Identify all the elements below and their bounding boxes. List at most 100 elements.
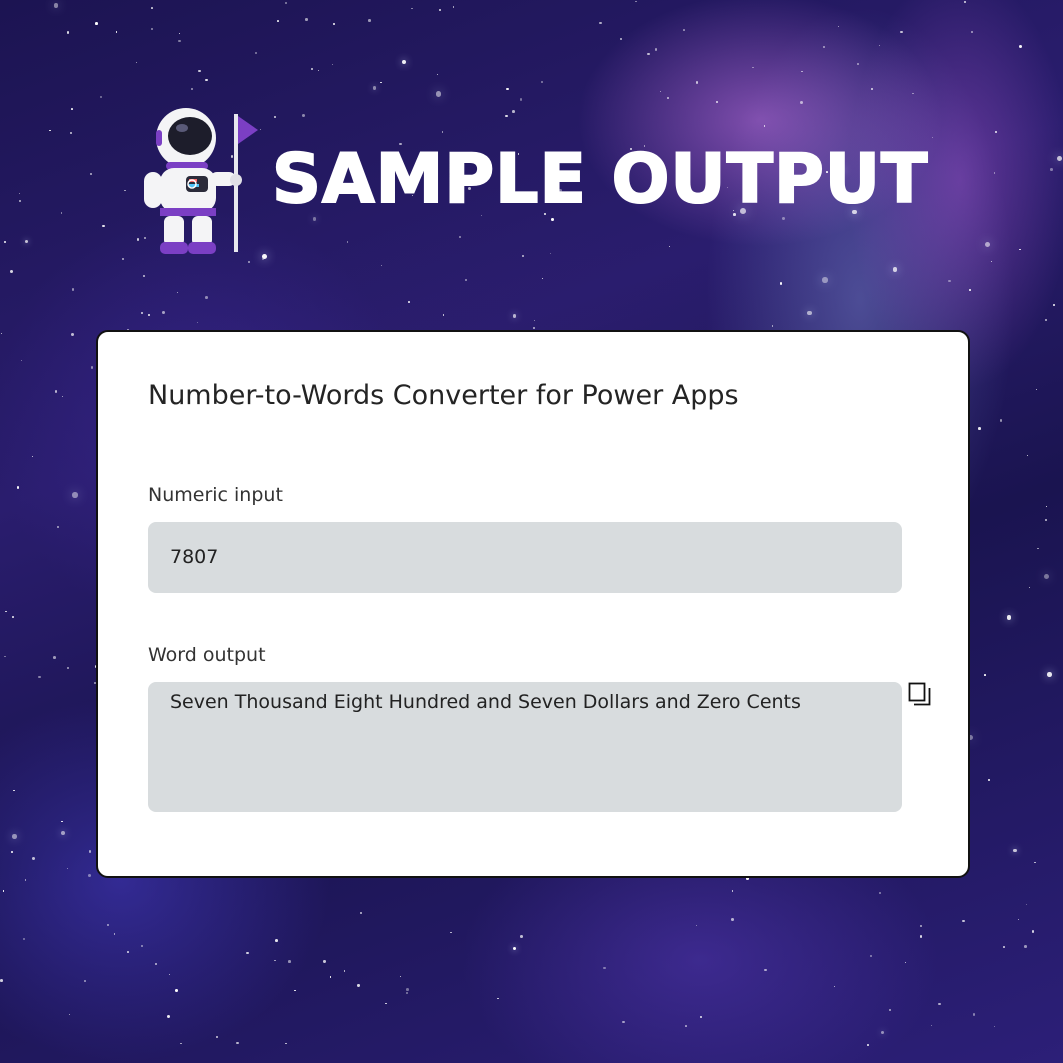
star: [94, 21, 98, 25]
star: [236, 1041, 239, 1045]
star: [1052, 303, 1055, 306]
star: [1031, 930, 1035, 933]
star: [878, 45, 881, 47]
copy-icon[interactable]: [908, 682, 932, 708]
star: [197, 321, 199, 323]
star: [406, 988, 410, 992]
star: [919, 935, 923, 938]
star: [520, 935, 523, 938]
star: [31, 456, 33, 458]
star: [305, 18, 308, 21]
star: [154, 962, 158, 965]
star: [904, 961, 906, 963]
star: [18, 200, 21, 202]
star: [660, 91, 662, 93]
star: [999, 419, 1003, 422]
star: [512, 314, 517, 318]
star: [3, 890, 5, 892]
star: [331, 63, 334, 66]
star: [141, 312, 144, 315]
star: [822, 45, 826, 49]
star: [1019, 44, 1022, 48]
star: [1037, 548, 1039, 550]
star: [685, 1025, 688, 1028]
star: [0, 979, 4, 983]
star: [88, 849, 92, 853]
star: [533, 327, 536, 330]
star: [647, 53, 650, 56]
numeric-input-label: Numeric input: [148, 484, 283, 506]
star: [506, 87, 510, 91]
star: [603, 966, 606, 970]
star: [410, 7, 413, 10]
star: [1035, 388, 1038, 390]
star: [274, 959, 276, 962]
star: [892, 266, 898, 272]
star: [246, 951, 249, 955]
star: [368, 19, 371, 22]
star: [167, 1014, 171, 1018]
star: [115, 31, 118, 34]
star: [61, 821, 63, 823]
star: [162, 311, 166, 315]
star: [438, 8, 441, 11]
star: [148, 314, 150, 316]
card-title: Number-to-Words Converter for Power Apps: [148, 380, 739, 411]
star: [1034, 861, 1036, 864]
star: [124, 189, 126, 191]
star: [1057, 156, 1063, 162]
star: [284, 1, 288, 5]
star: [190, 88, 193, 91]
star: [771, 324, 774, 327]
star: [667, 96, 669, 99]
star: [24, 879, 27, 882]
star: [1047, 671, 1052, 677]
star: [919, 924, 923, 928]
star: [20, 359, 23, 362]
star: [866, 1044, 869, 1046]
star: [333, 22, 336, 25]
star: [881, 1031, 885, 1035]
word-output-field[interactable]: Seven Thousand Eight Hundred and Seven D…: [148, 682, 902, 812]
star: [32, 857, 36, 861]
star: [90, 366, 93, 369]
astronaut-with-flag-icon: [144, 108, 258, 254]
star: [695, 81, 699, 84]
star: [127, 951, 130, 953]
star: [857, 62, 860, 65]
star: [66, 867, 69, 869]
star: [60, 212, 62, 214]
star: [113, 933, 116, 935]
star: [70, 332, 74, 336]
star: [731, 890, 734, 892]
star: [730, 917, 734, 921]
star: [464, 279, 467, 282]
star: [343, 969, 346, 972]
star: [274, 939, 278, 943]
star: [889, 1009, 892, 1012]
star: [837, 25, 839, 27]
star: [968, 289, 971, 292]
star: [57, 526, 60, 528]
star: [12, 834, 17, 839]
star: [1018, 919, 1020, 921]
star: [11, 851, 13, 853]
star: [1007, 615, 1012, 620]
star: [373, 86, 377, 90]
star: [970, 30, 973, 33]
star: [541, 80, 544, 83]
star: [135, 61, 138, 64]
star: [930, 1024, 932, 1026]
star: [752, 66, 754, 69]
star: [695, 924, 698, 927]
star: [870, 87, 874, 91]
numeric-input-field[interactable]: 7807: [148, 522, 902, 593]
star: [248, 260, 251, 263]
star: [38, 676, 41, 679]
star: [993, 1026, 995, 1028]
star: [622, 1020, 625, 1024]
star: [878, 892, 881, 895]
star: [54, 390, 58, 393]
star: [801, 70, 803, 73]
star: [359, 912, 362, 915]
